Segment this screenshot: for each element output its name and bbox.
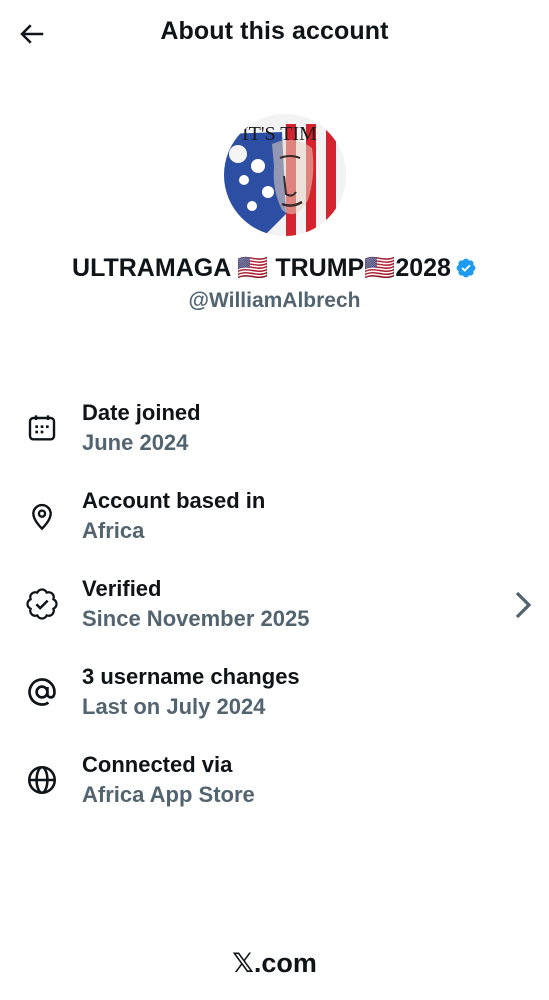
- account-info-list: Date joined June 2024 Account based in A…: [0, 398, 549, 838]
- info-subtitle: Africa App Store: [82, 782, 255, 807]
- verified-check-icon: [24, 586, 60, 622]
- info-subtitle: June 2024: [82, 430, 189, 455]
- info-title: Connected via: [82, 752, 233, 777]
- header-bar: About this account: [0, 0, 549, 68]
- display-name-row: ULTRAMAGA 🇺🇸 TRUMP🇺🇸2028: [0, 254, 549, 286]
- avatar-text: IT'S TIM: [242, 123, 317, 145]
- info-title: Verified: [82, 576, 162, 601]
- info-title: 3 username changes: [82, 664, 300, 689]
- info-item-date-joined: Date joined June 2024: [0, 398, 549, 486]
- display-name: ULTRAMAGA 🇺🇸 TRUMP🇺🇸2028: [72, 254, 451, 282]
- page-title: About this account: [160, 17, 389, 45]
- info-subtitle: Africa: [82, 518, 145, 543]
- footer-brand: 𝕏.com: [232, 948, 317, 978]
- at-sign-icon: [24, 674, 60, 710]
- avatar: IT'S TIM: [224, 114, 346, 236]
- verified-badge-icon[interactable]: [455, 257, 477, 286]
- calendar-icon: [24, 410, 60, 446]
- info-item-username-changes: 3 username changes Last on July 2024: [0, 662, 549, 750]
- globe-icon: [24, 762, 60, 798]
- info-item-account-based-in: Account based in Africa: [0, 486, 549, 574]
- location-pin-icon: [24, 498, 60, 534]
- info-title: Date joined: [82, 400, 201, 425]
- info-title: Account based in: [82, 488, 266, 513]
- user-handle: @WilliamAlbrech: [188, 289, 361, 312]
- info-subtitle: Last on July 2024: [82, 694, 266, 719]
- chevron-right-icon[interactable]: [509, 588, 537, 622]
- info-item-connected-via: Connected via Africa App Store: [0, 750, 549, 838]
- info-subtitle: Since November 2025: [82, 606, 310, 631]
- info-item-verified[interactable]: Verified Since November 2025: [0, 574, 549, 662]
